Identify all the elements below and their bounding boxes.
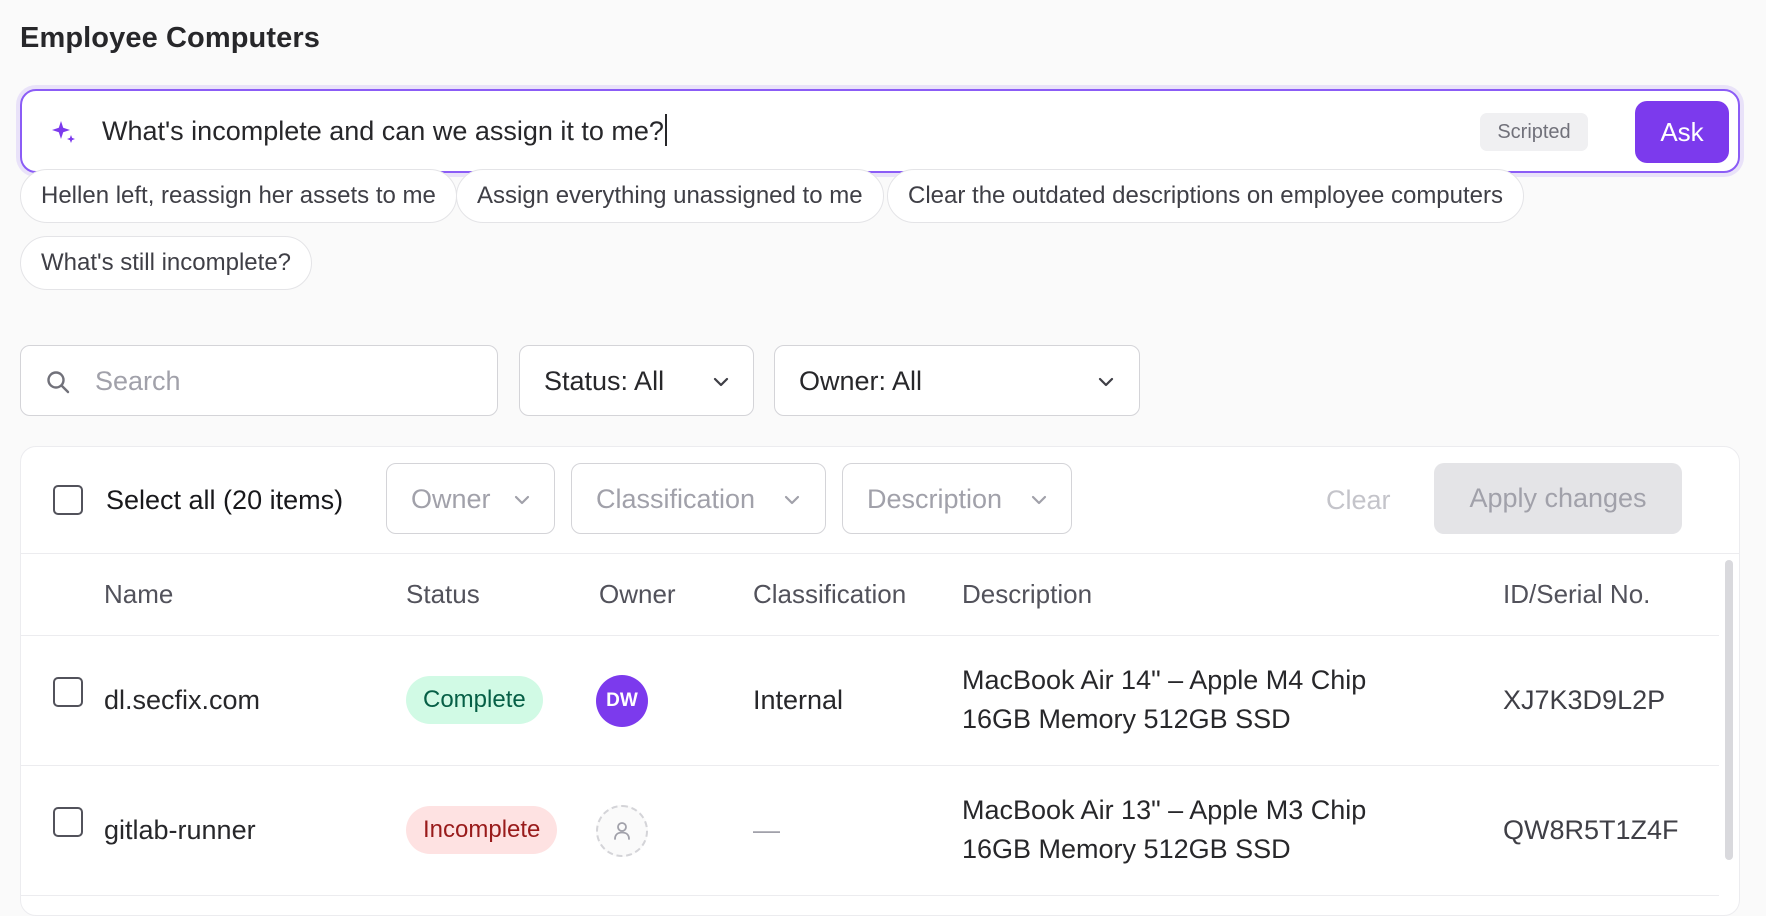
- unassigned-avatar[interactable]: [596, 805, 648, 857]
- avatar[interactable]: DW: [596, 675, 648, 727]
- bulk-classification-select[interactable]: Classification: [571, 463, 826, 534]
- suggestion-chip-assign-unassigned[interactable]: Assign everything unassigned to me: [456, 169, 884, 223]
- chevron-down-icon: [713, 377, 729, 387]
- column-header-name[interactable]: Name: [104, 576, 173, 612]
- chevron-down-icon: [784, 495, 800, 505]
- row-checkbox[interactable]: [53, 677, 83, 707]
- column-header-owner[interactable]: Owner: [599, 576, 676, 612]
- select-all-checkbox[interactable]: [53, 485, 83, 515]
- bulk-owner-select[interactable]: Owner: [386, 463, 555, 534]
- search-placeholder: Search: [95, 366, 181, 396]
- column-header-status[interactable]: Status: [406, 576, 480, 612]
- status-filter-select[interactable]: Status: All: [519, 345, 754, 416]
- row-description-line1: MacBook Air 14" – Apple M4 Chip: [962, 665, 1367, 695]
- table-row[interactable]: dl.secfix.com Complete DW Internal MacBo…: [21, 635, 1719, 766]
- suggestion-chip-reassign-hellen[interactable]: Hellen left, reassign her assets to me: [20, 169, 457, 223]
- table-header: Name Status Owner Classification Descrip…: [21, 553, 1719, 636]
- status-badge: Complete: [406, 676, 543, 724]
- owner-filter-label: Owner: All: [799, 366, 923, 396]
- column-header-classification[interactable]: Classification: [753, 576, 906, 612]
- row-description-line2: 16GB Memory 512GB SSD: [962, 704, 1291, 734]
- row-description-line1: MacBook Air 13" – Apple M3 Chip: [962, 795, 1367, 825]
- search-icon: [47, 371, 70, 394]
- owner-filter-select[interactable]: Owner: All: [774, 345, 1140, 416]
- row-classification: —: [753, 815, 780, 845]
- status-badge: Incomplete: [406, 806, 558, 854]
- suggestion-chip-still-incomplete[interactable]: What's still incomplete?: [20, 236, 313, 290]
- row-checkbox[interactable]: [53, 807, 83, 837]
- ask-button[interactable]: Ask: [1635, 101, 1729, 163]
- apply-changes-button[interactable]: Apply changes: [1434, 463, 1682, 534]
- user-icon: [614, 822, 630, 840]
- column-header-serial[interactable]: ID/Serial No.: [1503, 576, 1650, 612]
- search-input[interactable]: Search: [20, 345, 498, 416]
- ask-query-text: What's incomplete and can we assign it t…: [102, 116, 664, 146]
- status-filter-label: Status: All: [544, 366, 665, 396]
- chevron-down-icon: [1031, 495, 1047, 505]
- bulk-owner-label: Owner: [411, 484, 491, 514]
- sparkle-icon: [52, 121, 75, 143]
- bulk-edit-bar: Select all (20 items) Owner Classificati…: [21, 447, 1739, 554]
- row-serial: XJ7K3D9L2P: [1503, 685, 1666, 715]
- clear-button[interactable]: Clear: [1326, 482, 1391, 518]
- column-header-description[interactable]: Description: [962, 576, 1092, 612]
- ask-input[interactable]: What's incomplete and can we assign it t…: [102, 113, 667, 149]
- chevron-down-icon: [1098, 377, 1114, 387]
- row-name: dl.secfix.com: [104, 685, 261, 715]
- row-name: gitlab-runner: [104, 815, 256, 845]
- suggestion-chip-clear-descriptions[interactable]: Clear the outdated descriptions on emplo…: [887, 169, 1525, 223]
- bulk-description-label: Description: [867, 484, 1003, 514]
- table-row[interactable]: gitlab-runner Incomplete — MacBook Air 1…: [21, 765, 1719, 896]
- row-classification: Internal: [753, 685, 844, 715]
- computers-table-card: Select all (20 items) Owner Classificati…: [20, 446, 1740, 916]
- chevron-down-icon: [514, 495, 530, 505]
- select-all-label[interactable]: Select all (20 items): [106, 482, 343, 518]
- text-caret: [664, 114, 667, 146]
- row-description-line2: 16GB Memory 512GB SSD: [962, 834, 1291, 864]
- bulk-classification-label: Classification: [596, 484, 756, 514]
- row-serial: QW8R5T1Z4F: [1503, 815, 1679, 845]
- bulk-description-select[interactable]: Description: [842, 463, 1072, 534]
- scripted-badge: Scripted: [1480, 113, 1588, 151]
- ask-bar[interactable]: What's incomplete and can we assign it t…: [20, 89, 1740, 173]
- page-title: Employee Computers: [20, 22, 320, 54]
- table-scrollbar[interactable]: [1725, 560, 1733, 860]
